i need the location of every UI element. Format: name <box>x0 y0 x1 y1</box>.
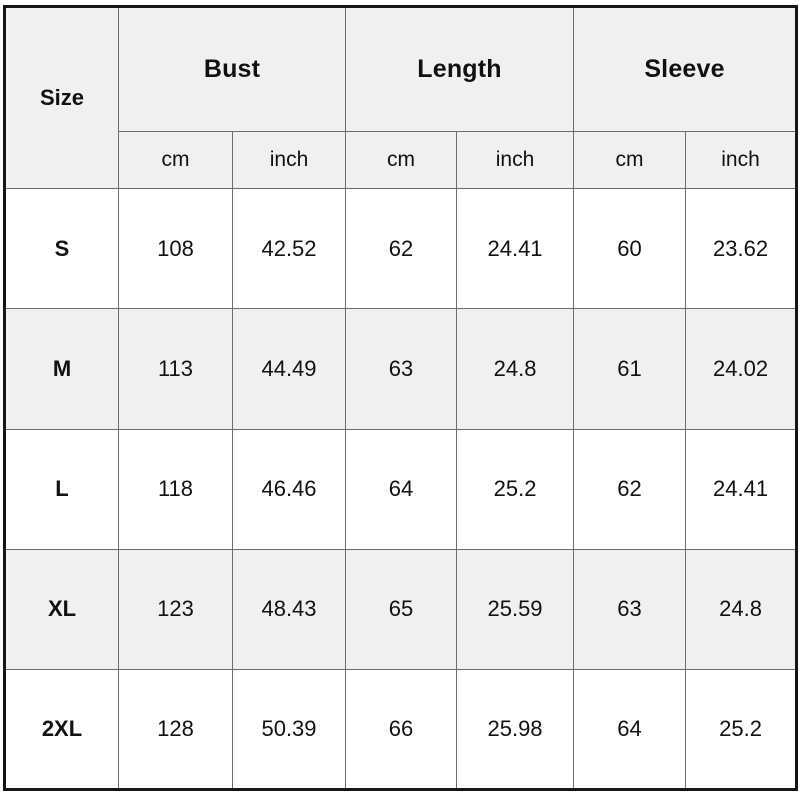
header-group-length: Length <box>345 5 575 133</box>
cell-bust-cm: 118 <box>118 428 233 550</box>
cell-sleeve-cm: 60 <box>573 188 687 310</box>
cell-bust-cm: 108 <box>118 188 233 310</box>
header-group-sleeve: Sleeve <box>573 5 798 133</box>
cell-length-inch: 25.98 <box>456 668 575 791</box>
row-size-label: L <box>4 428 119 550</box>
cell-length-cm: 62 <box>345 188 458 310</box>
table-row: L 118 46.46 64 25.2 62 24.41 <box>4 428 798 550</box>
cell-sleeve-inch: 23.62 <box>685 188 798 310</box>
size-chart-container: Size Bust Length Sleeve cm inch cm inch … <box>3 5 799 791</box>
cell-bust-inch: 48.43 <box>231 548 347 670</box>
cell-bust-inch: 42.52 <box>231 188 347 310</box>
header-unit-length-inch: inch <box>456 131 575 190</box>
cell-bust-cm: 123 <box>118 548 233 670</box>
cell-sleeve-cm: 62 <box>573 428 687 550</box>
cell-length-cm: 63 <box>345 308 458 430</box>
cell-sleeve-inch: 24.02 <box>685 308 798 430</box>
cell-length-inch: 25.59 <box>456 548 575 670</box>
row-size-label: S <box>4 188 119 310</box>
cell-sleeve-inch: 24.41 <box>685 428 798 550</box>
header-unit-sleeve-cm: cm <box>573 131 687 190</box>
cell-length-cm: 64 <box>345 428 458 550</box>
unit-header-row: cm inch cm inch cm inch <box>5 131 798 190</box>
table-row: XL 123 48.43 65 25.59 63 24.8 <box>4 548 798 670</box>
header-unit-sleeve-inch: inch <box>685 131 798 190</box>
cell-bust-inch: 50.39 <box>231 668 347 791</box>
cell-length-inch: 24.41 <box>456 188 575 310</box>
cell-sleeve-cm: 63 <box>573 548 687 670</box>
cell-length-cm: 66 <box>345 668 458 791</box>
cell-bust-cm: 113 <box>118 308 233 430</box>
row-size-label: 2XL <box>4 668 119 791</box>
table-row: 2XL 128 50.39 66 25.98 64 25.2 <box>4 668 798 791</box>
cell-sleeve-inch: 25.2 <box>685 668 798 791</box>
header-size: Size <box>4 5 119 190</box>
cell-bust-inch: 44.49 <box>231 308 347 430</box>
header-unit-bust-inch: inch <box>231 131 347 190</box>
cell-length-inch: 25.2 <box>456 428 575 550</box>
header-group-bust: Bust <box>117 5 347 133</box>
cell-bust-cm: 128 <box>118 668 233 791</box>
size-chart-table: Size Bust Length Sleeve cm inch cm inch … <box>3 5 799 791</box>
cell-length-inch: 24.8 <box>456 308 575 430</box>
cell-bust-inch: 46.46 <box>231 428 347 550</box>
group-header-row: Size Bust Length Sleeve <box>4 5 798 190</box>
cell-length-cm: 65 <box>345 548 458 670</box>
table-row: M 113 44.49 63 24.8 61 24.02 <box>4 308 798 430</box>
header-unit-bust-cm: cm <box>118 131 233 190</box>
row-size-label: M <box>4 308 119 430</box>
cell-sleeve-cm: 61 <box>573 308 687 430</box>
header-unit-length-cm: cm <box>345 131 458 190</box>
cell-sleeve-inch: 24.8 <box>685 548 798 670</box>
cell-sleeve-cm: 64 <box>573 668 687 791</box>
table-row: S 108 42.52 62 24.41 60 23.62 <box>4 188 798 310</box>
row-size-label: XL <box>4 548 119 670</box>
